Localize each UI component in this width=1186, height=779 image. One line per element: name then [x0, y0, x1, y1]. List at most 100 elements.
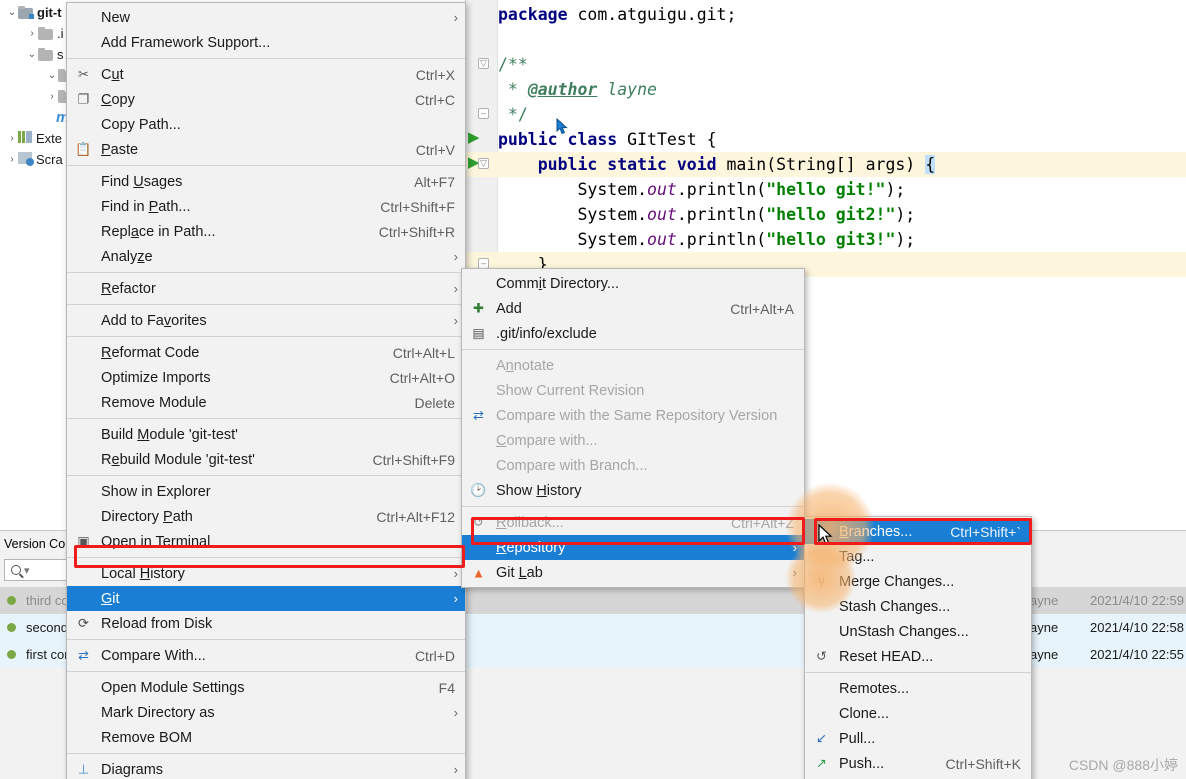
menu-item-open-in-terminal[interactable]: ▣ Open in Terminal	[67, 529, 465, 554]
menu-item-label: Pull...	[839, 730, 876, 747]
menu-item-add-framework-support[interactable]: Add Framework Support...	[67, 30, 465, 55]
folder-module-icon	[18, 5, 34, 19]
code-line: package com.atguigu.git;	[498, 5, 737, 24]
menu-item-cut[interactable]: ✂ Cut Ctrl+X	[67, 62, 465, 87]
menu-item-show-history[interactable]: 🕑 Show History	[462, 478, 804, 503]
reload-icon: ⟳	[78, 615, 89, 631]
chevron-right-icon[interactable]: ›	[46, 91, 58, 102]
menu-item-shortcut: Ctrl+Alt+Z	[730, 514, 794, 531]
menu-item-label: Show in Explorer	[101, 483, 211, 500]
menu-item-find-in-path[interactable]: Find in Path... Ctrl+Shift+F	[67, 194, 465, 219]
menu-separator	[462, 349, 804, 350]
menu-item-remove-bom[interactable]: Remove BOM	[67, 725, 465, 750]
menu-item-paste[interactable]: 📋 Paste Ctrl+V	[67, 137, 465, 162]
tree-item[interactable]: ⌄ git-t	[6, 2, 62, 23]
menu-item-commit-directory[interactable]: Commit Directory...	[462, 271, 804, 296]
menu-item-push[interactable]: ↗ Push... Ctrl+Shift+K	[805, 751, 1031, 776]
menu-item-shortcut: Alt+F7	[414, 173, 455, 190]
menu-separator	[67, 671, 465, 672]
chevron-down-icon[interactable]: ⌄	[26, 49, 38, 60]
menu-item-annotate: Annotate	[462, 353, 804, 378]
menu-item-replace-in-path[interactable]: Replace in Path... Ctrl+Shift+R	[67, 219, 465, 244]
tree-item[interactable]: › Scra	[6, 149, 63, 170]
commit-date: 2021/4/10 22:59	[1090, 593, 1184, 608]
menu-item-git-lab[interactable]: ▲Git Lab›	[462, 560, 804, 585]
menu-item-label: Git	[101, 590, 120, 607]
menu-item-label: Clone...	[839, 705, 889, 722]
menu-item-analyze[interactable]: Analyze ›	[67, 244, 465, 269]
menu-separator	[67, 557, 465, 558]
code-line: System.out.println("hello git3!");	[498, 230, 916, 249]
menu-item-unstash-changes[interactable]: UnStash Changes...	[805, 619, 1031, 644]
folder-icon	[38, 47, 53, 61]
tree-item[interactable]: › Exte	[6, 128, 62, 149]
menu-item-build-module-git-test[interactable]: Build Module 'git-test'	[67, 422, 465, 447]
run-class-gutter-icon[interactable]: ▶	[468, 128, 480, 146]
menu-item-reset-head[interactable]: ↺ Reset HEAD...	[805, 644, 1031, 669]
menu-item-copy[interactable]: ❐ Copy Ctrl+C	[67, 87, 465, 112]
clipboard-icon: 📋	[75, 141, 92, 157]
menu-item-remove-module[interactable]: Remove Module Delete	[67, 390, 465, 415]
chevron-right-icon[interactable]: ›	[6, 154, 18, 165]
menu-item-label: Find in Path...	[101, 198, 191, 215]
menu-separator	[67, 58, 465, 59]
reset-icon: ↺	[816, 648, 827, 664]
chevron-down-icon[interactable]: ⌄	[6, 7, 18, 18]
menu-item-label: Remove BOM	[101, 729, 193, 746]
menu-separator	[67, 475, 465, 476]
menu-item-label: Diagrams	[101, 761, 164, 778]
chevron-right-icon[interactable]: ›	[6, 133, 18, 144]
menu-item-new[interactable]: New ›	[67, 5, 465, 30]
menu-item-rebuild-module-git-test[interactable]: Rebuild Module 'git-test' Ctrl+Shift+F9	[67, 447, 465, 472]
commit-author: ayne	[1030, 620, 1059, 635]
menu-item-shortcut: Ctrl+Shift+F9	[372, 451, 455, 468]
tree-item[interactable]: ⌄ s	[26, 44, 64, 65]
chevron-right-icon: ›	[453, 591, 458, 606]
menu-item-find-usages[interactable]: Find Usages Alt+F7	[67, 169, 465, 194]
menu-item-open-module-settings[interactable]: Open Module Settings F4	[67, 675, 465, 700]
menu-item-compare-with[interactable]: ⇄ Compare With... Ctrl+D	[67, 643, 465, 668]
chevron-right-icon[interactable]: ›	[26, 28, 38, 39]
menu-item-label: Mark Directory as	[101, 704, 215, 721]
menu-item-label: Open in Terminal	[101, 533, 211, 550]
menu-item-remotes[interactable]: Remotes...	[805, 676, 1031, 701]
fold-comment-end-icon[interactable]: –	[478, 108, 489, 119]
tree-item[interactable]: › .i	[26, 23, 63, 44]
menu-item-label: New	[101, 9, 131, 26]
menu-item-copy-path[interactable]: Copy Path...	[67, 112, 465, 137]
menu-item-git-info-exclude[interactable]: ▤ .git/info/exclude	[462, 321, 804, 346]
menu-item-reload-from-disk[interactable]: ⟳ Reload from Disk	[67, 611, 465, 636]
project-context-menu[interactable]: New › Add Framework Support... ✂ Cut Ctrl+X ❐ C…	[66, 2, 466, 779]
chevron-down-icon[interactable]: ⌄	[46, 70, 58, 81]
fold-method-icon[interactable]: ▽	[478, 158, 489, 169]
menu-item-refactor[interactable]: Refactor ›	[67, 276, 465, 301]
menu-item-pull[interactable]: ↙ Pull...	[805, 726, 1031, 751]
menu-item-label: Add	[496, 300, 522, 317]
menu-item-diagrams[interactable]: ⊥ Diagrams ›	[67, 757, 465, 779]
git-submenu[interactable]: Commit Directory... ✚ Add Ctrl+Alt+A ▤ .git/i…	[461, 268, 805, 588]
menu-item-add-to-favorites[interactable]: Add to Favorites ›	[67, 308, 465, 333]
code-line: public static void main(String[] args) {	[537, 155, 936, 174]
fold-comment-icon[interactable]: ▽	[478, 58, 489, 69]
menu-item-optimize-imports[interactable]: Optimize Imports Ctrl+Alt+O	[67, 365, 465, 390]
menu-item-clone[interactable]: Clone...	[805, 701, 1031, 726]
gitlab-icon: ▲	[472, 565, 485, 580]
menu-item-repository[interactable]: Repository›	[462, 535, 804, 560]
menu-item-label: Compare with...	[496, 432, 598, 449]
folder-icon	[38, 26, 53, 40]
clock-icon: 🕑	[470, 482, 487, 498]
menu-item-reformat-code[interactable]: Reformat Code Ctrl+Alt+L	[67, 340, 465, 365]
terminal-icon: ▣	[77, 533, 90, 549]
menu-item-label: Show History	[496, 482, 582, 499]
menu-item-git[interactable]: Git ›	[67, 586, 465, 611]
menu-item-shortcut: Ctrl+Alt+F12	[376, 508, 455, 525]
menu-item-add[interactable]: ✚ Add Ctrl+Alt+A	[462, 296, 804, 321]
menu-item-label: Local History	[101, 565, 185, 582]
menu-item-mark-directory-as[interactable]: Mark Directory as ›	[67, 700, 465, 725]
tree-item-label: Scra	[36, 152, 63, 167]
chevron-right-icon: ›	[453, 705, 458, 720]
menu-separator	[67, 753, 465, 754]
menu-item-show-in-explorer[interactable]: Show in Explorer	[67, 479, 465, 504]
menu-item-local-history[interactable]: Local History ›	[67, 561, 465, 586]
menu-item-directory-path[interactable]: Directory Path Ctrl+Alt+F12	[67, 504, 465, 529]
